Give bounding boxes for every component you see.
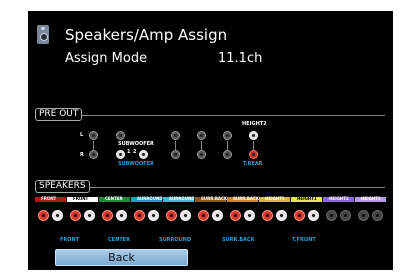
jack-link — [175, 141, 176, 150]
jack-link — [253, 141, 254, 150]
preout-jack — [171, 150, 180, 159]
terminal-post-positive — [38, 210, 49, 221]
terminal-post-positive — [134, 210, 145, 221]
terminal-post-negative — [340, 210, 351, 221]
terminal-post-positive — [198, 210, 209, 221]
preout-jack — [89, 150, 98, 159]
bottom-label-center: CENTER — [108, 237, 130, 243]
channel-band: SURR.BACK — [227, 196, 260, 202]
terminal-post-negative — [244, 210, 255, 221]
terminal-post-negative — [148, 210, 159, 221]
channel-band: FRONT — [35, 196, 66, 202]
preout-jack — [171, 131, 180, 140]
channel-band: SURR.BACK — [195, 196, 228, 202]
left-tag: L — [80, 132, 84, 138]
speakers-label: SPEAKERS — [35, 180, 90, 193]
preout-jack — [89, 131, 98, 140]
bottom-label-surround: SURROUND — [159, 237, 192, 243]
terminal-post-negative — [372, 210, 383, 221]
speaker-icon — [37, 25, 49, 44]
channel-band: HEIGHT2 — [323, 196, 354, 202]
terminal-post-positive — [230, 210, 241, 221]
page-title: Speakers/Amp Assign — [65, 26, 228, 44]
terminal-post-negative — [180, 210, 191, 221]
preout-jack — [116, 131, 125, 140]
bottom-label-tfront: T.FRONT — [292, 237, 316, 243]
terminal-post-negative — [212, 210, 223, 221]
subwoofer-jack-2 — [139, 150, 148, 159]
channel-band: HEIGHT1 — [259, 196, 290, 202]
terminal-post-negative — [276, 210, 287, 221]
sub-2-tag: 2 — [133, 149, 137, 155]
bottom-label-surr-back: SURR.BACK — [222, 237, 255, 243]
channel-band-label: HEIGHT1 — [297, 196, 317, 201]
channel-band-label: HEIGHT1 — [265, 196, 285, 201]
channel-band-label: SURR.BACK — [233, 196, 260, 201]
terminal-post-positive — [70, 210, 81, 221]
assign-screen: Speakers/Amp Assign Assign Mode 11.1ch P… — [28, 11, 393, 270]
channel-band-label: SURROUND — [137, 196, 163, 201]
speaker-terminal-strip: FRONT FRONT CENTER SURROUND SURROUND SURR.BAC… — [35, 196, 387, 237]
jack-link — [93, 141, 94, 150]
terminal-post-positive — [358, 210, 369, 221]
sub-1-tag: 1 — [127, 149, 131, 155]
channel-band: HEIGHT1 — [291, 196, 322, 202]
terminal-post-negative — [308, 210, 319, 221]
channel-band: SURROUND — [163, 196, 195, 202]
assign-mode-value: 11.1ch — [218, 51, 263, 66]
terminal-post-positive — [102, 210, 113, 221]
jack-link — [227, 141, 228, 150]
preout-jack — [223, 150, 232, 159]
channel-band-label: SURR.BACK — [201, 196, 228, 201]
terminal-post-positive — [294, 210, 305, 221]
height2-jack — [249, 131, 258, 140]
channel-band: SURROUND — [131, 196, 163, 202]
channel-band: CENTER — [99, 196, 130, 202]
preout-jack — [223, 131, 232, 140]
channel-band-label: SURROUND — [169, 196, 195, 201]
height2-jack — [249, 150, 258, 159]
height2-caption: HEIGHT2 — [242, 121, 267, 127]
bottom-label-front: FRONT — [60, 237, 80, 243]
back-button[interactable]: Back — [55, 249, 188, 266]
trear-label: T.REAR — [243, 161, 263, 167]
channel-band: HEIGHT2 — [355, 196, 386, 202]
terminal-post-negative — [116, 210, 127, 221]
terminal-post-negative — [52, 210, 63, 221]
channel-band-label: HEIGHT2 — [329, 196, 349, 201]
channel-band-label: CENTER — [105, 196, 123, 201]
channel-band-label: HEIGHT2 — [361, 196, 381, 201]
channel-band-label: FRONT — [73, 196, 89, 201]
channel-band: FRONT — [67, 196, 98, 202]
subwoofer-label: SUBWOOFER — [118, 161, 154, 167]
terminal-post-negative — [84, 210, 95, 221]
channel-band-label: FRONT — [41, 196, 57, 201]
jack-link — [201, 141, 202, 150]
preout-jack — [197, 131, 206, 140]
subwoofer-caption: SUBWOOFER — [118, 141, 154, 147]
terminal-post-positive — [326, 210, 337, 221]
assign-mode-label: Assign Mode — [65, 51, 148, 66]
subwoofer-jack-1 — [116, 150, 125, 159]
pre-out-label: PRE OUT — [35, 108, 83, 121]
terminal-post-positive — [166, 210, 177, 221]
pre-out-divider — [36, 115, 385, 116]
preout-jack — [197, 150, 206, 159]
terminal-post-positive — [262, 210, 273, 221]
right-tag: R — [80, 152, 84, 158]
